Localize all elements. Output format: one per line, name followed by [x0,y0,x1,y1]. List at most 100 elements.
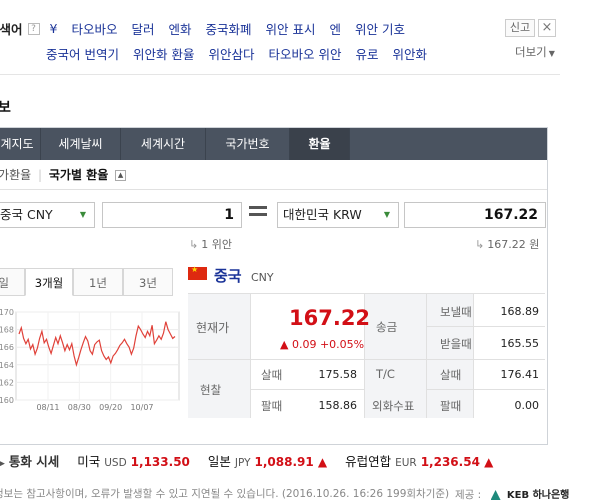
provider-label: 제공 : [455,489,482,501]
return-arrow-icon: ↳ [475,238,485,251]
related-search-row-2: 중국어 번역기 위안화 환율 위안삼다 타오바오 위안 유로 위안화 [46,44,441,63]
provider-name[interactable]: KEB 하나은행 [507,490,569,501]
caret-down-icon: ▼ [383,210,390,219]
summary-item[interactable]: 일본 JPY 1,088.91 ▲ [208,454,331,469]
tc-buy-value: 176.41 [500,368,540,381]
subtab-rate-by-country[interactable]: 국가별 환율 [49,168,108,182]
x-tick-label: 08/11 [36,403,59,412]
summary-code: EUR [395,457,417,469]
tab-exchange-rate[interactable]: 환율 [290,128,350,160]
subtab-bar: 국가환율 | 국가별 환율 ▲ [0,161,127,189]
divider [0,189,547,190]
related-keyword[interactable]: 위안화 [392,44,427,63]
from-hint: ↳ 1 위안 [189,236,232,252]
provider: 제공 : KEB 하나은행 [455,486,569,502]
table-rule [426,326,545,327]
subtab-country-rates[interactable]: 국가환율 [0,168,31,182]
to-amount-input[interactable]: 167.22 [404,202,546,228]
check-sell-value: 0.00 [514,399,540,412]
from-currency-label: 중국 CNY [0,207,53,222]
related-keyword[interactable]: 위안 기호 [355,19,405,38]
from-hint-text: 1 위안 [201,238,232,251]
collapse-icon[interactable]: ▲ [115,170,127,181]
summary-item[interactable]: 미국 USD 1,133.50 [77,454,194,469]
cash-label: 현찰 [200,383,222,397]
more-label: 더보기 [515,45,547,59]
report-button[interactable]: 신고 [505,19,535,37]
related-keyword[interactable]: 타오바오 [71,19,117,38]
divider [0,74,560,75]
tab-world-weather[interactable]: 세계날씨 [41,128,121,160]
close-icon[interactable]: × [538,19,556,37]
related-keyword[interactable]: 위안화 환율 [133,44,194,63]
period-tab-1d[interactable]: 1일 [0,268,25,296]
related-keyword[interactable]: 위안삼다 [208,44,254,63]
related-keyword[interactable]: 위안 표시 [266,19,316,38]
related-keyword[interactable]: 달러 [131,19,154,38]
related-keyword[interactable]: 엔화 [169,19,192,38]
tab-world-map[interactable]: 세계지도 [0,128,41,160]
summary-code: USD [104,457,127,469]
more-button[interactable]: 더보기 ▼ [515,44,555,60]
section-title: 보 [0,100,11,116]
rate-change: ▲ 0.09 +0.05% [280,338,365,351]
summary-rate: 1,133.50 [130,455,190,469]
x-tick-label: 09/20 [99,403,122,412]
summary-arrow-icon: ▶ [0,459,5,469]
summary-country: 유럽연합 [345,454,392,469]
y-tick-label: 166 [0,343,14,352]
caret-down-icon: ▼ [79,210,86,219]
to-hint: ↳ 167.22 원 [475,236,539,252]
summary-country: 미국 [77,454,101,469]
summary-title: 통화 시세 [8,454,60,469]
tab-country-code[interactable]: 국가번호 [206,128,290,160]
related-keyword[interactable]: ¥ [50,21,58,36]
related-keyword[interactable]: 중국어 번역기 [46,44,119,63]
cash-buy-value: 175.58 [318,368,358,381]
receive-value: 165.55 [500,337,540,350]
chevron-down-icon: ▼ [548,49,555,58]
chart-frame [15,311,180,401]
currency-summary: ▶ 통화 시세 미국 USD 1,133.50 일본 JPY 1,088.91 … [0,451,493,469]
current-price-label: 현재가 [196,321,230,335]
tc-buy-label: 살때 [440,368,462,382]
period-tab-3m[interactable]: 3개월 [25,268,73,296]
to-currency-label: 대한민국 KRW [283,207,362,222]
summary-rate: 1,236.54 ▲ [420,455,494,469]
period-tab-label: 1일 [0,276,9,290]
table-rule [188,359,545,360]
return-arrow-icon: ↳ [189,238,199,251]
y-tick-label: 160 [0,396,14,405]
related-keyword[interactable]: 유로 [355,44,378,63]
related-search-row-1: 검색어 ? ¥ 타오바오 달러 엔화 중국화폐 위안 표시 엔 위안 기호 [0,19,419,38]
y-tick-label: 162 [0,378,14,387]
help-icon[interactable]: ? [27,22,40,35]
summary-rate: 1,088.91 ▲ [254,455,328,469]
series-line [18,321,176,367]
period-tab-3y[interactable]: 3년 [123,268,173,296]
cash-buy-label: 살때 [261,368,283,382]
table-rule [473,293,474,418]
table-rule [250,389,364,390]
currency-name: 중국 [214,267,242,285]
from-amount-input[interactable]: 1 [102,202,242,228]
keb-logo-icon [490,490,501,500]
exchange-panel: 세계지도 세계날씨 세계시간 국가번호 환율 국가환율 | 국가별 환율 ▲ 중… [0,127,548,445]
to-currency-select[interactable]: 대한민국 KRW ▼ [277,202,399,228]
disclaimer-text: 정보는 참고사항이며, 오류가 발생할 수 있고 지연될 수 있습니다. (20… [0,488,450,500]
table-rule [426,293,427,418]
y-tick-label: 170 [0,308,14,317]
summary-item[interactable]: 유럽연합 EUR 1,236.54 ▲ [345,454,493,469]
cash-sell-value: 158.86 [318,399,358,412]
table-rule [188,293,545,294]
receive-label: 받을때 [440,337,472,351]
related-keyword[interactable]: 중국화폐 [206,19,252,38]
y-tick-label: 168 [0,326,14,335]
cash-sell-label: 팔때 [261,399,283,413]
related-keyword[interactable]: 엔 [330,19,342,38]
from-currency-select[interactable]: 중국 CNY ▼ [0,202,95,228]
period-tab-1y[interactable]: 1년 [73,268,123,296]
check-sell-label: 팔때 [440,399,462,413]
tab-world-time[interactable]: 세계시간 [121,128,206,160]
related-keyword[interactable]: 타오바오 위안 [268,44,341,63]
